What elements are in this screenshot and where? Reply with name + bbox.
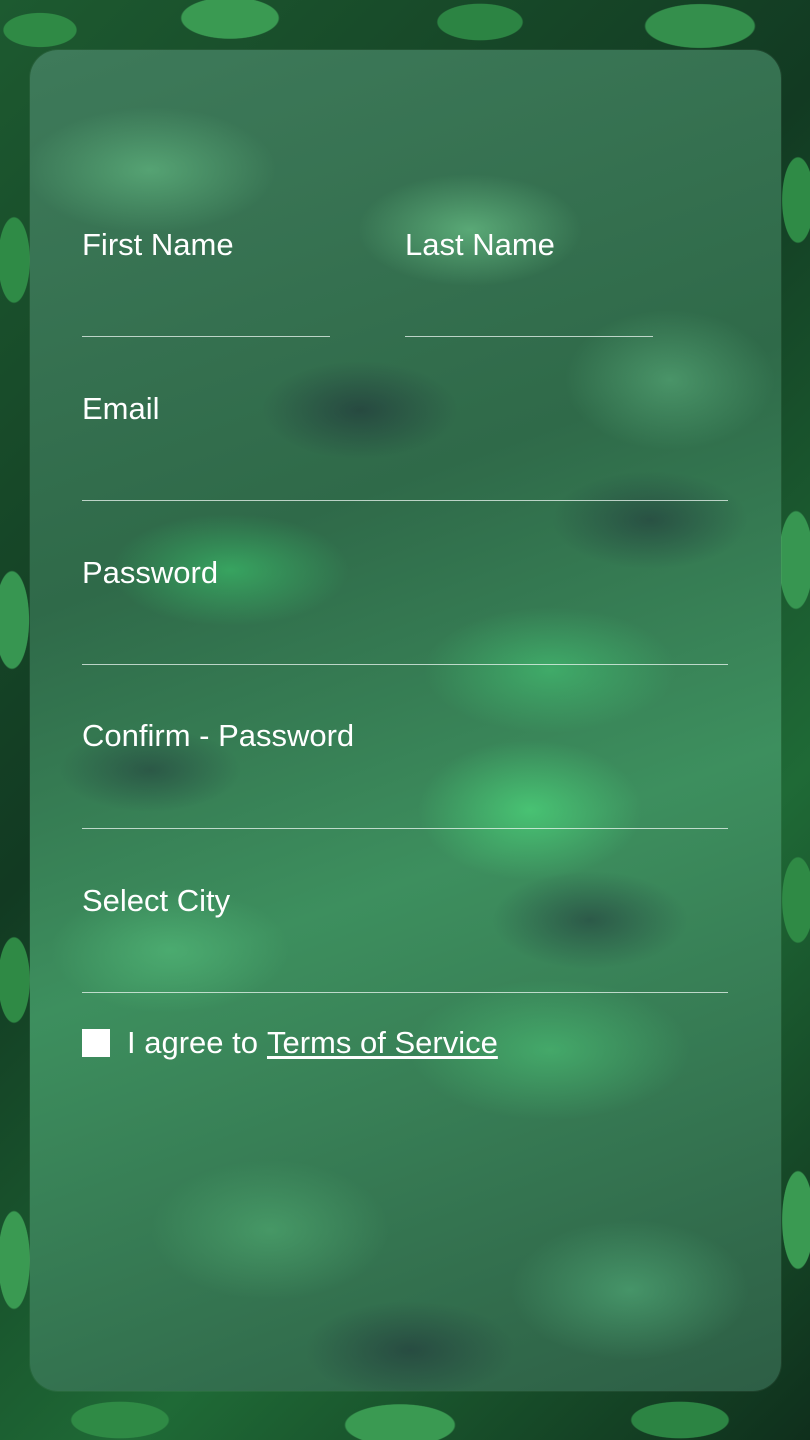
confirm-password-label: Confirm - Password [82, 718, 355, 753]
email-input[interactable] [82, 462, 728, 501]
signup-form-card: First Name Last Name Email Password Conf… [30, 50, 781, 1391]
email-label: Email [82, 391, 160, 426]
select-city-input[interactable] [82, 954, 728, 993]
first-name-label: First Name [82, 227, 234, 262]
last-name-label: Last Name [405, 227, 555, 262]
terms-checkbox[interactable] [82, 1029, 110, 1057]
password-label: Password [82, 555, 219, 590]
password-input[interactable] [82, 626, 728, 665]
terms-agreement-row: I agree to Terms of Service [82, 1025, 498, 1061]
select-city-label: Select City [82, 883, 231, 918]
terms-of-service-link[interactable]: Terms of Service [267, 1025, 498, 1061]
confirm-password-input[interactable] [82, 790, 728, 829]
first-name-input[interactable] [82, 298, 330, 337]
agree-text: I agree to [127, 1025, 258, 1060]
last-name-input[interactable] [405, 298, 653, 337]
